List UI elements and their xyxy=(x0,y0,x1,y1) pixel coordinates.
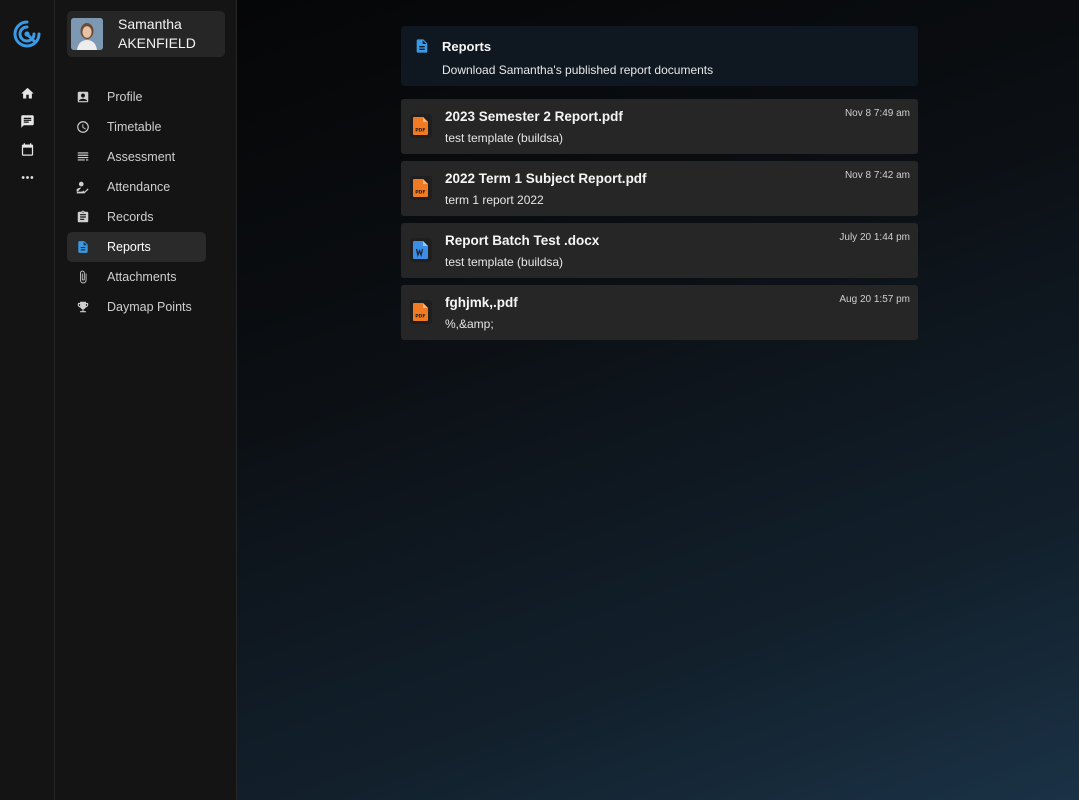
sidebar-item-label: Profile xyxy=(107,90,143,104)
attendance-icon xyxy=(76,180,90,194)
file-description: test template (buildsa) xyxy=(445,255,564,269)
student-name: Samantha AKENFIELD xyxy=(118,15,196,53)
clipboard-icon xyxy=(76,210,90,224)
report-file-item[interactable]: PDF fghjmk,.pdf %,&amp; Aug 20 1:57 pm xyxy=(401,285,918,340)
student-last-name: AKENFIELD xyxy=(118,35,196,51)
document-icon xyxy=(76,240,90,254)
file-description: term 1 report 2022 xyxy=(445,193,544,207)
file-date: Nov 8 7:49 am xyxy=(844,108,910,119)
file-name[interactable]: Report Batch Test .docx xyxy=(445,233,599,248)
file-name[interactable]: fghjmk,.pdf xyxy=(445,295,518,310)
sidebar-item-label: Records xyxy=(107,210,154,224)
student-sidebar: Samantha AKENFIELD Profile Timetable Ass… xyxy=(55,0,237,800)
sidebar-item-label: Daymap Points xyxy=(107,300,192,314)
more-button[interactable] xyxy=(13,168,41,186)
clock-icon xyxy=(76,120,90,134)
report-file-item[interactable]: PDF 2023 Semester 2 Report.pdf test temp… xyxy=(401,99,918,154)
student-first-name: Samantha xyxy=(118,16,182,32)
word-file-icon xyxy=(410,238,432,262)
paperclip-icon xyxy=(76,270,90,284)
sidebar-item-timetable[interactable]: Timetable xyxy=(67,112,206,142)
calendar-icon xyxy=(21,142,33,156)
sidebar-item-daymap-points[interactable]: Daymap Points xyxy=(67,292,206,322)
main-content: Reports Download Samantha's published re… xyxy=(237,0,1079,800)
sidebar-item-label: Timetable xyxy=(107,120,162,134)
report-file-list: PDF 2023 Semester 2 Report.pdf test temp… xyxy=(401,99,918,340)
report-file-item[interactable]: PDF 2022 Term 1 Subject Report.pdf term … xyxy=(401,161,918,216)
sidebar-item-profile[interactable]: Profile xyxy=(67,82,206,112)
student-card[interactable]: Samantha AKENFIELD xyxy=(67,11,225,57)
sidebar-item-reports[interactable]: Reports xyxy=(67,232,206,262)
profile-icon xyxy=(76,90,90,104)
svg-text:PDF: PDF xyxy=(415,314,425,320)
file-description: %,&amp; xyxy=(445,317,494,331)
sidebar-item-label: Attachments xyxy=(107,270,177,284)
calendar-button[interactable] xyxy=(13,140,41,158)
pdf-file-icon: PDF xyxy=(410,300,432,324)
svg-text:PDF: PDF xyxy=(415,128,425,134)
file-description: test template (buildsa) xyxy=(445,131,564,145)
page-title: Reports xyxy=(442,39,492,54)
sidebar-item-attachments[interactable]: Attachments xyxy=(67,262,206,292)
chat-icon xyxy=(20,114,34,128)
sidebar-item-label: Assessment xyxy=(107,150,176,164)
rail-nav xyxy=(13,84,41,186)
reports-header: Reports Download Samantha's published re… xyxy=(401,26,918,86)
trophy-icon xyxy=(76,300,90,314)
file-name[interactable]: 2022 Term 1 Subject Report.pdf xyxy=(445,171,647,186)
side-nav: Profile Timetable Assessment Attendance … xyxy=(67,82,236,322)
reports-panel: Reports Download Samantha's published re… xyxy=(401,26,918,340)
messages-button[interactable] xyxy=(13,112,41,130)
home-button[interactable] xyxy=(13,84,41,102)
page-subtitle: Download Samantha's published report doc… xyxy=(442,63,714,77)
svg-text:PDF: PDF xyxy=(415,190,425,196)
home-icon xyxy=(20,87,34,98)
sidebar-item-label: Attendance xyxy=(107,180,171,194)
assessment-icon xyxy=(76,150,90,164)
app-window: Samantha AKENFIELD Profile Timetable Ass… xyxy=(0,0,1079,800)
sidebar-item-attendance[interactable]: Attendance xyxy=(67,172,206,202)
file-date: Aug 20 1:57 pm xyxy=(839,294,910,305)
more-icon xyxy=(21,175,33,179)
avatar xyxy=(71,18,103,50)
icon-rail xyxy=(0,0,55,800)
sidebar-item-records[interactable]: Records xyxy=(67,202,206,232)
sidebar-item-label: Reports xyxy=(107,240,151,254)
file-date: Nov 8 7:42 am xyxy=(844,170,910,181)
file-date: July 20 1:44 pm xyxy=(839,232,910,243)
pdf-file-icon: PDF xyxy=(410,114,432,138)
sidebar-item-assessment[interactable]: Assessment xyxy=(67,142,206,172)
document-icon xyxy=(414,37,430,86)
report-file-item[interactable]: Report Batch Test .docx test template (b… xyxy=(401,223,918,278)
pdf-file-icon: PDF xyxy=(410,176,432,200)
file-name[interactable]: 2023 Semester 2 Report.pdf xyxy=(445,109,623,124)
daymap-logo-icon[interactable] xyxy=(12,19,42,49)
